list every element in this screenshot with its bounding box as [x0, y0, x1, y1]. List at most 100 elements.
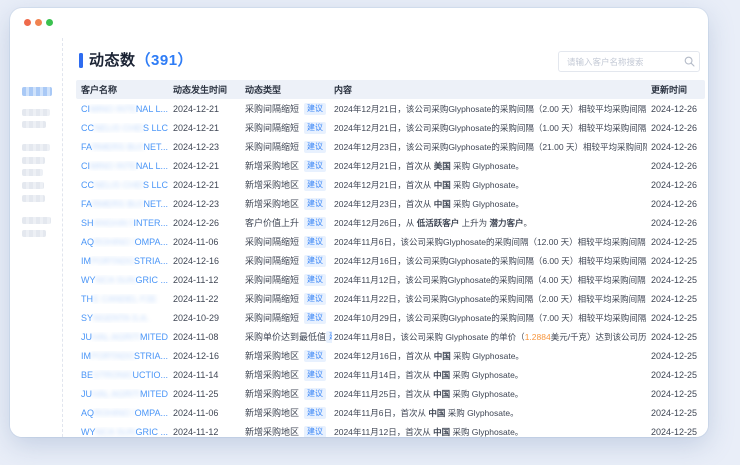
search-input[interactable]: [559, 52, 683, 71]
table-row[interactable]: FARMERS BUSINESS NET...2024-12-23新增采购地区建…: [76, 194, 705, 213]
search-icon[interactable]: [683, 56, 699, 67]
content-text: 2024年11月12日，该公司采购Glyphosate的采购间隔（4.00 天）…: [334, 275, 647, 285]
event-type-cell: 采购间隔缩短建议: [240, 311, 332, 324]
table-row[interactable]: CIMINO INTERNATIONAL L...2024-12-21采购间隔缩…: [76, 99, 705, 118]
customer-name-blurred: HAL AGRITEC LI: [92, 389, 140, 399]
column-header-customer-name: 客户名称: [76, 83, 168, 96]
customer-name-link[interactable]: WYNCA SUNSHINE AGRIC ...: [76, 275, 168, 285]
customer-name-prefix: CI: [81, 161, 90, 171]
suggestion-badge: 建议: [304, 236, 326, 248]
table-row[interactable]: CCNELIS CHEMICALS LLC2024-12-21采购间隔缩短建议2…: [76, 118, 705, 137]
minimize-window-icon[interactable]: [35, 19, 42, 26]
event-date: 2024-12-16: [168, 351, 240, 361]
content-text: 2024年11月22日，该公司采购Glyphosate的采购间隔（2.00 天）…: [334, 294, 647, 304]
customer-name-link[interactable]: WYNCA SUNSHINE AGRIC ...: [76, 427, 168, 437]
event-content: 2024年12月21日，首次从 中国 采购 Glyphosate。: [332, 179, 647, 191]
customer-name-link[interactable]: THE CANDEL F2E: [76, 294, 168, 304]
content-text: 中国: [433, 389, 450, 399]
suggestion-badge: 建议: [304, 141, 326, 153]
customer-name-link[interactable]: SYNGENTA S.A.: [76, 313, 168, 323]
content-text: 2024年10月29日，该公司采购Glyphosate的采购间隔（7.00 天）…: [334, 313, 647, 323]
sidebar-item[interactable]: [22, 109, 50, 116]
sidebar-item[interactable]: [22, 121, 46, 128]
table-row[interactable]: SHANGHAI EVER GO INTER...2024-12-26客户价值上…: [76, 213, 705, 232]
maximize-window-icon[interactable]: [46, 19, 53, 26]
table-row[interactable]: FARMERS BUSINESS NET...2024-12-23采购间隔缩短建…: [76, 137, 705, 156]
sidebar-item[interactable]: [22, 217, 51, 224]
sidebar-item[interactable]: [22, 157, 45, 164]
customer-name-link[interactable]: IMPORTADORA INDUSTRIA...: [76, 351, 168, 361]
customer-name-link[interactable]: FARMERS BUSINESS NET...: [76, 142, 168, 152]
suggestion-badge: 建议: [304, 407, 326, 419]
customer-name-link[interactable]: CCNELIS CHEMICALS LLC: [76, 180, 168, 190]
sidebar-item[interactable]: [22, 230, 46, 237]
event-date: 2024-11-06: [168, 237, 240, 247]
customer-name-link[interactable]: JUHAL AGRITEC LIMITED: [76, 389, 168, 399]
table-row[interactable]: IMPORTADORA INDUSTRIA...2024-12-16新增采购地区…: [76, 346, 705, 365]
close-window-icon[interactable]: [24, 19, 31, 26]
sidebar-item[interactable]: [22, 169, 43, 176]
sidebar-item[interactable]: [22, 195, 45, 202]
title-accent-bar: [79, 53, 83, 68]
event-type-label: 采购间隔缩短: [245, 140, 299, 153]
table-row[interactable]: IMPORTADORA INDUSTRIA...2024-12-16采购间隔缩短…: [76, 251, 705, 270]
customer-name-link[interactable]: IMPORTADORA INDUSTRIA...: [76, 256, 168, 266]
table-row[interactable]: CCNELIS CHEMICALS LLC2024-12-21新增采购地区建议2…: [76, 175, 705, 194]
table-row[interactable]: AQROHINO SHINE COMPA...2024-11-06采购间隔缩短建…: [76, 232, 705, 251]
table-row[interactable]: AQROHINO SHINE COMPA...2024-11-06新增采购地区建…: [76, 403, 705, 422]
content-text: 上升为: [459, 218, 489, 228]
customer-name-prefix: WY: [81, 427, 96, 437]
dynamics-table: 客户名称动态发生时间动态类型内容更新时间 CIMINO INTERNATIONA…: [76, 80, 705, 437]
update-date: 2024-12-26: [647, 123, 705, 133]
customer-name-prefix: FA: [81, 142, 92, 152]
customer-name-suffix: GRIC ...: [135, 427, 168, 437]
table-row[interactable]: JUHAL AGRITEC LIMITED2024-11-25新增采购地区建议2…: [76, 384, 705, 403]
event-date: 2024-11-12: [168, 427, 240, 437]
customer-name-link[interactable]: CIMINO INTERNATIONAL L...: [76, 104, 168, 114]
table-row[interactable]: WYNCA SUNSHINE AGRIC ...2024-11-12新增采购地区…: [76, 422, 705, 437]
customer-name-blurred: ROHINO SHINE C: [94, 237, 135, 247]
customer-name-prefix: FA: [81, 199, 92, 209]
customer-name-link[interactable]: CIMINO INTERNATIONAL L...: [76, 161, 168, 171]
customer-name-link[interactable]: AQROHINO SHINE COMPA...: [76, 237, 168, 247]
customer-name-link[interactable]: BESTRONICS PRODUCTIO...: [76, 370, 168, 380]
table-row[interactable]: WYNCA SUNSHINE AGRIC ...2024-11-12采购间隔缩短…: [76, 270, 705, 289]
update-date: 2024-12-25: [647, 408, 705, 418]
content-text: 2024年11月25日，首次从: [334, 389, 433, 399]
customer-name-suffix: STRIA...: [134, 351, 168, 361]
event-date: 2024-12-21: [168, 180, 240, 190]
customer-name-link[interactable]: SHANGHAI EVER GO INTER...: [76, 218, 168, 228]
event-content: 2024年11月22日，该公司采购Glyphosate的采购间隔（2.00 天）…: [332, 293, 647, 305]
sidebar-item[interactable]: [22, 182, 44, 189]
content-text: 2024年12月21日，该公司采购Glyphosate的采购间隔（1.00 天）…: [334, 123, 647, 133]
table-row[interactable]: JUHAL AGRITEC LIMITED2024-11-08采购单价达到最低值…: [76, 327, 705, 346]
sidebar-item[interactable]: [22, 144, 50, 151]
content-text: 2024年12月21日，首次从: [334, 180, 434, 190]
event-date: 2024-11-06: [168, 408, 240, 418]
sidebar-item-active[interactable]: [22, 87, 52, 96]
customer-name-link[interactable]: JUHAL AGRITEC LIMITED: [76, 332, 168, 342]
event-content: 2024年12月23日，首次从 中国 采购 Glyphosate。: [332, 198, 647, 210]
table-body: CIMINO INTERNATIONAL L...2024-12-21采购间隔缩…: [76, 99, 705, 437]
customer-name-blurred: HAL AGRITEC LI: [92, 332, 140, 342]
table-row[interactable]: SYNGENTA S.A.2024-10-29采购间隔缩短建议2024年10月2…: [76, 308, 705, 327]
search-box: [558, 51, 700, 72]
table-row[interactable]: BESTRONICS PRODUCTIO...2024-11-14新增采购地区建…: [76, 365, 705, 384]
customer-name-link[interactable]: AQROHINO SHINE COMPA...: [76, 408, 168, 418]
table-row[interactable]: CIMINO INTERNATIONAL L...2024-12-21新增采购地…: [76, 156, 705, 175]
table-row[interactable]: THE CANDEL F2E2024-11-22采购间隔缩短建议2024年11月…: [76, 289, 705, 308]
customer-name-suffix: S LLC: [143, 123, 168, 133]
content-text: 2024年12月21日，首次从: [334, 161, 434, 171]
content-text: 采购 Glyphosate。: [451, 351, 524, 361]
content-highlight-value: 1.2884: [525, 332, 551, 342]
content-text: 采购 Glyphosate。: [450, 370, 523, 380]
customer-name-link[interactable]: CCNELIS CHEMICALS LLC: [76, 123, 168, 133]
suggestion-badge: 建议: [304, 122, 326, 134]
customer-name-prefix: TH: [81, 294, 93, 304]
update-date: 2024-12-26: [647, 161, 705, 171]
event-type-cell: 客户价值上升建议: [240, 216, 332, 229]
suggestion-badge: 建议: [304, 255, 326, 267]
customer-name-link[interactable]: FARMERS BUSINESS NET...: [76, 199, 168, 209]
event-type-cell: 新增采购地区建议: [240, 349, 332, 362]
event-content: 2024年11月12日，该公司采购Glyphosate的采购间隔（4.00 天）…: [332, 274, 647, 286]
